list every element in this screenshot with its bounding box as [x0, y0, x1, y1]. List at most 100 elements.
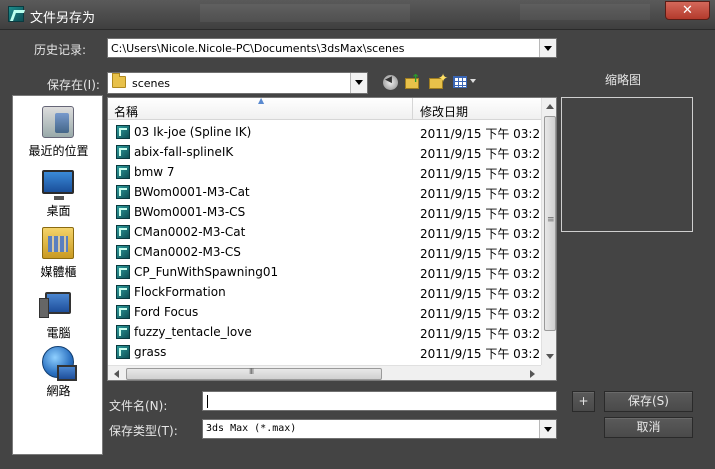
recent-places-icon — [42, 106, 74, 138]
file-date: 2011/9/15 下午 03:21 — [420, 147, 548, 161]
scroll-up-icon[interactable] — [542, 98, 556, 115]
chevron-down-icon[interactable] — [539, 39, 556, 57]
table-row[interactable]: abix-fall-splineIK 2011/9/15 下午 03:21 — [108, 142, 548, 162]
vertical-scrollbar[interactable] — [541, 98, 556, 365]
back-icon[interactable] — [383, 75, 398, 90]
file-date: 2011/9/15 下午 03:21 — [420, 207, 548, 221]
3dsmax-app-icon — [8, 6, 24, 22]
place-label: 網路 — [46, 384, 71, 398]
new-folder-icon[interactable]: ✦ — [429, 71, 448, 90]
table-row[interactable]: bmw 7 2011/9/15 下午 03:21 — [108, 162, 548, 182]
place-computer[interactable]: 電腦 — [13, 284, 104, 344]
file-name: BWom0001-M3-Cat — [134, 185, 250, 199]
file-name: bmw 7 — [134, 165, 175, 179]
horizontal-scroll-thumb[interactable] — [126, 367, 382, 380]
max-file-icon — [116, 285, 130, 299]
thumbnail-label: 缩略图 — [605, 73, 642, 87]
filetype-value: 3ds Max (*.max) — [206, 423, 297, 434]
max-file-icon — [116, 345, 130, 359]
libraries-icon — [42, 227, 74, 259]
table-row[interactable]: BWom0001-M3-Cat 2011/9/15 下午 03:21 — [108, 182, 548, 202]
table-row[interactable]: CMan0002-M3-CS 2011/9/15 下午 03:21 — [108, 242, 548, 262]
scroll-left-icon[interactable] — [108, 366, 125, 380]
file-name: BWom0001-M3-CS — [134, 205, 246, 219]
table-row[interactable]: grass 2011/9/15 下午 03:21 — [108, 342, 548, 362]
max-file-icon — [116, 125, 130, 139]
file-date: 2011/9/15 下午 03:21 — [420, 327, 548, 341]
column-header-date[interactable]: 修改日期 — [414, 98, 544, 120]
file-name: 03 Ik-joe (Spline IK) — [134, 125, 252, 139]
horizontal-scrollbar[interactable] — [108, 365, 541, 380]
scroll-down-icon[interactable] — [542, 348, 556, 365]
column-header-name[interactable]: ▲ 名稱 — [108, 98, 413, 120]
table-row[interactable]: CP_FunWithSpawning01 2011/9/15 下午 03:21 — [108, 262, 548, 282]
file-date: 2011/9/15 下午 03:21 — [420, 307, 548, 321]
file-name: CMan0002-M3-Cat — [134, 225, 246, 239]
file-name: fuzzy_tentacle_love — [134, 325, 252, 339]
cancel-button[interactable]: 取消 — [604, 417, 693, 438]
filename-input[interactable] — [202, 391, 557, 411]
file-name: CP_FunWithSpawning01 — [134, 265, 279, 279]
places-bar: 最近的位置 桌面 媒體櫃 電腦 網路 — [12, 95, 103, 455]
file-name: Ford Focus — [134, 305, 199, 319]
file-date: 2011/9/15 下午 03:21 — [420, 187, 548, 201]
file-date: 2011/9/15 下午 03:21 — [420, 167, 548, 181]
view-menu-icon[interactable] — [453, 74, 476, 90]
table-row[interactable]: fuzzy_tentacle_love 2011/9/15 下午 03:21 — [108, 322, 548, 342]
max-file-icon — [116, 245, 130, 259]
vertical-scroll-thumb[interactable] — [544, 116, 556, 331]
chevron-down-icon[interactable] — [539, 420, 556, 438]
place-libraries[interactable]: 媒體櫃 — [13, 223, 104, 283]
file-date: 2011/9/15 下午 03:21 — [420, 267, 548, 281]
save-in-dropdown[interactable]: scenes — [107, 72, 368, 94]
file-name: FlockFormation — [134, 285, 226, 299]
place-label: 桌面 — [46, 204, 71, 218]
chevron-down-icon[interactable] — [539, 392, 556, 410]
thumbnail-preview — [561, 97, 693, 232]
max-file-icon — [116, 225, 130, 239]
save-in-label: 保存在(I): — [47, 78, 100, 92]
file-rows: 03 Ik-joe (Spline IK) 2011/9/15 下午 03:21 a… — [108, 122, 548, 362]
window-title: 文件另存为 — [30, 11, 96, 26]
max-file-icon — [116, 145, 130, 159]
file-date: 2011/9/15 下午 03:21 — [420, 227, 548, 241]
history-dropdown[interactable]: C:\Users\Nicole.Nicole-PC\Documents\3dsM… — [107, 38, 557, 58]
file-name: abix-fall-splineIK — [134, 145, 234, 159]
title-bar-background-area-2 — [520, 4, 650, 20]
computer-icon — [39, 292, 71, 318]
table-row[interactable]: BWom0001-M3-CS 2011/9/15 下午 03:21 — [108, 202, 548, 222]
add-increment-button[interactable]: + — [572, 391, 595, 412]
table-row[interactable]: 03 Ik-joe (Spline IK) 2011/9/15 下午 03:21 — [108, 122, 548, 142]
max-file-icon — [116, 325, 130, 339]
filetype-dropdown[interactable]: 3ds Max (*.max) — [202, 419, 557, 439]
file-date: 2011/9/15 下午 03:21 — [420, 247, 548, 261]
table-row[interactable]: CMan0002-M3-Cat 2011/9/15 下午 03:21 — [108, 222, 548, 242]
place-desktop[interactable]: 桌面 — [13, 162, 104, 222]
max-file-icon — [116, 265, 130, 279]
filename-label: 文件名(N): — [109, 399, 168, 413]
file-date: 2011/9/15 下午 03:21 — [420, 347, 548, 361]
scrollbar-corner — [541, 365, 556, 380]
max-file-icon — [116, 305, 130, 319]
max-file-icon — [116, 185, 130, 199]
filetype-label: 保存类型(T): — [109, 424, 178, 438]
desktop-icon — [42, 170, 74, 200]
save-button[interactable]: 保存(S) — [604, 391, 693, 412]
table-row[interactable]: Ford Focus 2011/9/15 下午 03:21 — [108, 302, 548, 322]
file-list-header: ▲ 名稱 修改日期 — [108, 98, 541, 120]
place-network[interactable]: 網路 — [13, 342, 104, 402]
close-button[interactable]: ✕ — [665, 1, 710, 20]
save-in-value: scenes — [132, 77, 171, 90]
file-list[interactable]: ▲ 名稱 修改日期 03 Ik-joe (Spline IK) 2011/9/15… — [107, 97, 557, 381]
max-file-icon — [116, 205, 130, 219]
title-bar-background-area — [200, 4, 410, 22]
file-name: grass — [134, 345, 167, 359]
table-row[interactable]: FlockFormation 2011/9/15 下午 03:21 — [108, 282, 548, 302]
scroll-right-icon[interactable] — [524, 366, 541, 380]
place-label: 電腦 — [46, 326, 71, 340]
history-label: 历史记录: — [34, 43, 87, 57]
up-folder-icon[interactable]: ↑ — [405, 72, 423, 90]
place-recent[interactable]: 最近的位置 — [13, 102, 104, 162]
history-path: C:\Users\Nicole.Nicole-PC\Documents\3dsM… — [111, 42, 405, 55]
chevron-down-icon[interactable] — [350, 73, 367, 93]
